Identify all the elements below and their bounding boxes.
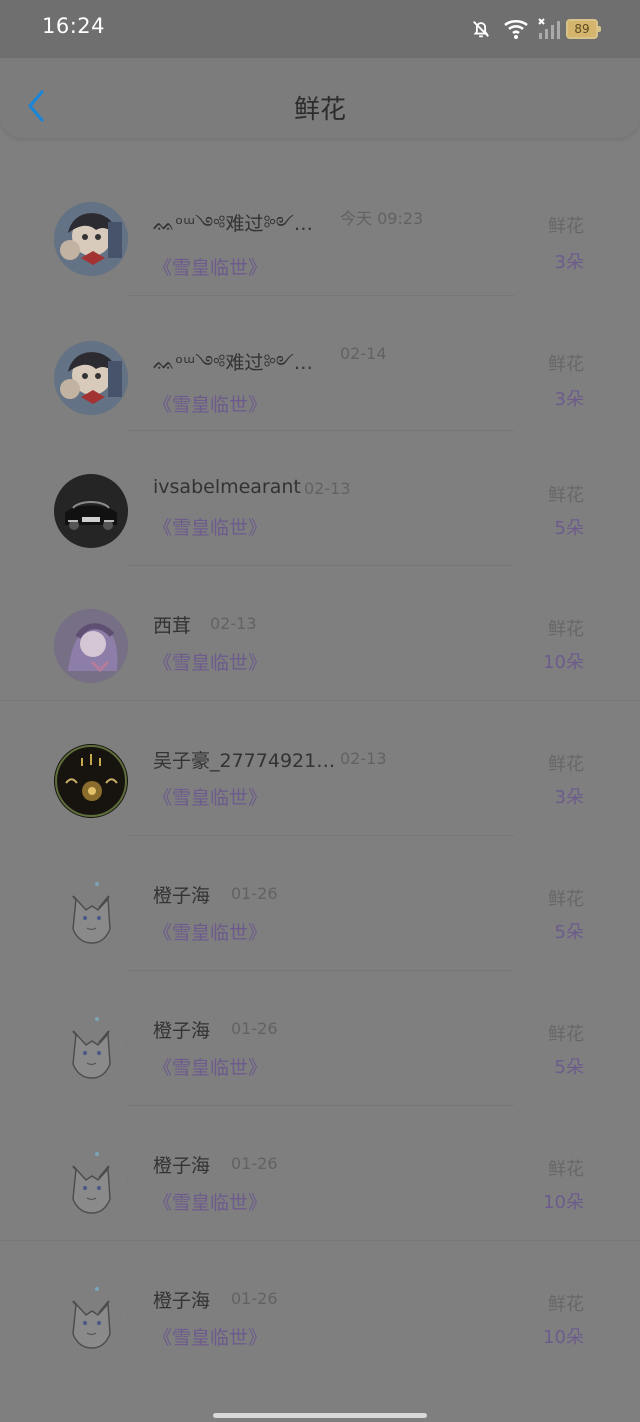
flower-count: 3朵 [554,787,584,808]
flower-record-row[interactable]: 橙子海 01-26 《雪皇临世》 鲜花 5朵 [0,835,640,971]
catgirl-avatar-icon [54,1014,128,1088]
gift-time: 02-13 [304,479,351,498]
battery-icon: 89 [566,19,601,39]
username: ivsabelmearant [153,476,301,498]
flower-record-row[interactable]: ᨐᵒᵚ༺难过༻… 02-14 《雪皇临世》 鲜花 3朵 [0,295,640,431]
username: ᨐᵒᵚ༺难过༻… [153,352,313,374]
cellular-signal-icon [538,18,560,39]
flower-count: 10朵 [543,1327,584,1348]
user-avatar[interactable] [54,474,128,548]
purple-anime-avatar-icon [54,609,128,683]
username: ᨐᵒᵚ༺难过༻… [153,213,313,235]
username: 西茸 [153,615,192,637]
user-avatar[interactable] [54,879,128,953]
status-time: 16:24 [42,14,106,38]
username: 橙子海 [153,885,211,907]
car-avatar-icon [54,474,128,548]
wifi-icon [504,19,528,39]
gold-festival-avatar-icon [54,744,128,818]
user-avatar[interactable] [54,1284,128,1358]
flower-count: 5朵 [554,922,584,943]
anime-kid-avatar-icon [54,341,128,415]
book-title[interactable]: 《雪皇临世》 [153,513,267,540]
gift-type: 鲜花 [548,354,584,375]
flower-count: 3朵 [554,252,584,273]
flower-record-row[interactable]: ᨐᵒᵚ༺难过༻… 今天 09:23 《雪皇临世》 鲜花 3朵 [0,160,640,296]
flower-count: 3朵 [554,389,584,410]
gift-type: 鲜花 [548,754,584,775]
book-title[interactable]: 《雪皇临世》 [153,390,267,417]
anime-kid-avatar-icon [54,202,128,276]
gift-type: 鲜花 [548,619,584,640]
flower-record-row[interactable]: 西茸 02-13 《雪皇临世》 鲜花 10朵 [0,565,640,701]
flower-record-row[interactable]: 橙子海 01-26 《雪皇临世》 鲜花 10朵 [0,1105,640,1241]
username: 吴子豪_27774921… [153,750,336,772]
flower-record-row[interactable]: ivsabelmearant 02-13 《雪皇临世》 鲜花 5朵 [0,430,640,566]
username: 橙子海 [153,1020,211,1042]
username: 橙子海 [153,1290,211,1312]
gift-time: 02-14 [340,344,387,363]
user-avatar[interactable] [54,744,128,818]
user-avatar[interactable] [54,202,128,276]
user-avatar[interactable] [54,1149,128,1223]
user-avatar[interactable] [54,1014,128,1088]
user-avatar[interactable] [54,341,128,415]
gift-type: 鲜花 [548,1024,584,1045]
flower-count: 5朵 [554,1057,584,1078]
gift-type: 鲜花 [548,485,584,506]
flower-count: 10朵 [543,1192,584,1213]
flower-count: 10朵 [543,652,584,673]
book-title[interactable]: 《雪皇临世》 [153,783,267,810]
book-title[interactable]: 《雪皇临世》 [153,1188,267,1215]
page-title: 鲜花 [293,95,346,125]
catgirl-avatar-icon [54,879,128,953]
book-title[interactable]: 《雪皇临世》 [153,648,267,675]
gift-time: 01-26 [231,1154,278,1173]
catgirl-avatar-icon [54,1284,128,1358]
gift-type: 鲜花 [548,1294,584,1315]
flower-record-row[interactable]: 橙子海 01-26 《雪皇临世》 鲜花 5朵 [0,970,640,1106]
status-bar: 16:24 89 [0,0,640,58]
book-title[interactable]: 《雪皇临世》 [153,1323,267,1350]
top-navigation-bar: 鲜花 [0,58,640,138]
home-indicator[interactable] [213,1413,427,1418]
gift-time: 01-26 [231,1289,278,1308]
gift-time: 02-13 [210,614,257,633]
gift-type: 鲜花 [548,1159,584,1180]
gift-type: 鲜花 [548,889,584,910]
gift-time: 01-26 [231,1019,278,1038]
book-title[interactable]: 《雪皇临世》 [153,253,267,280]
gift-type: 鲜花 [548,216,584,237]
flower-record-row[interactable]: 吴子豪_27774921… 02-13 《雪皇临世》 鲜花 3朵 [0,700,640,836]
gift-time: 01-26 [231,884,278,903]
book-title[interactable]: 《雪皇临世》 [153,1053,267,1080]
book-title[interactable]: 《雪皇临世》 [153,918,267,945]
bell-muted-icon [473,21,489,38]
flower-record-row[interactable]: 橙子海 01-26 《雪皇临世》 鲜花 10朵 [0,1240,640,1375]
user-avatar[interactable] [54,609,128,683]
flower-gift-list: ᨐᵒᵚ༺难过༻… 今天 09:23 《雪皇临世》 鲜花 3朵 ᨐᵒᵚ༺难过༻… … [0,160,640,1390]
gift-time: 今天 09:23 [340,209,424,228]
gift-time: 02-13 [340,749,387,768]
catgirl-avatar-icon [54,1149,128,1223]
username: 橙子海 [153,1155,211,1177]
flower-count: 5朵 [554,518,584,539]
